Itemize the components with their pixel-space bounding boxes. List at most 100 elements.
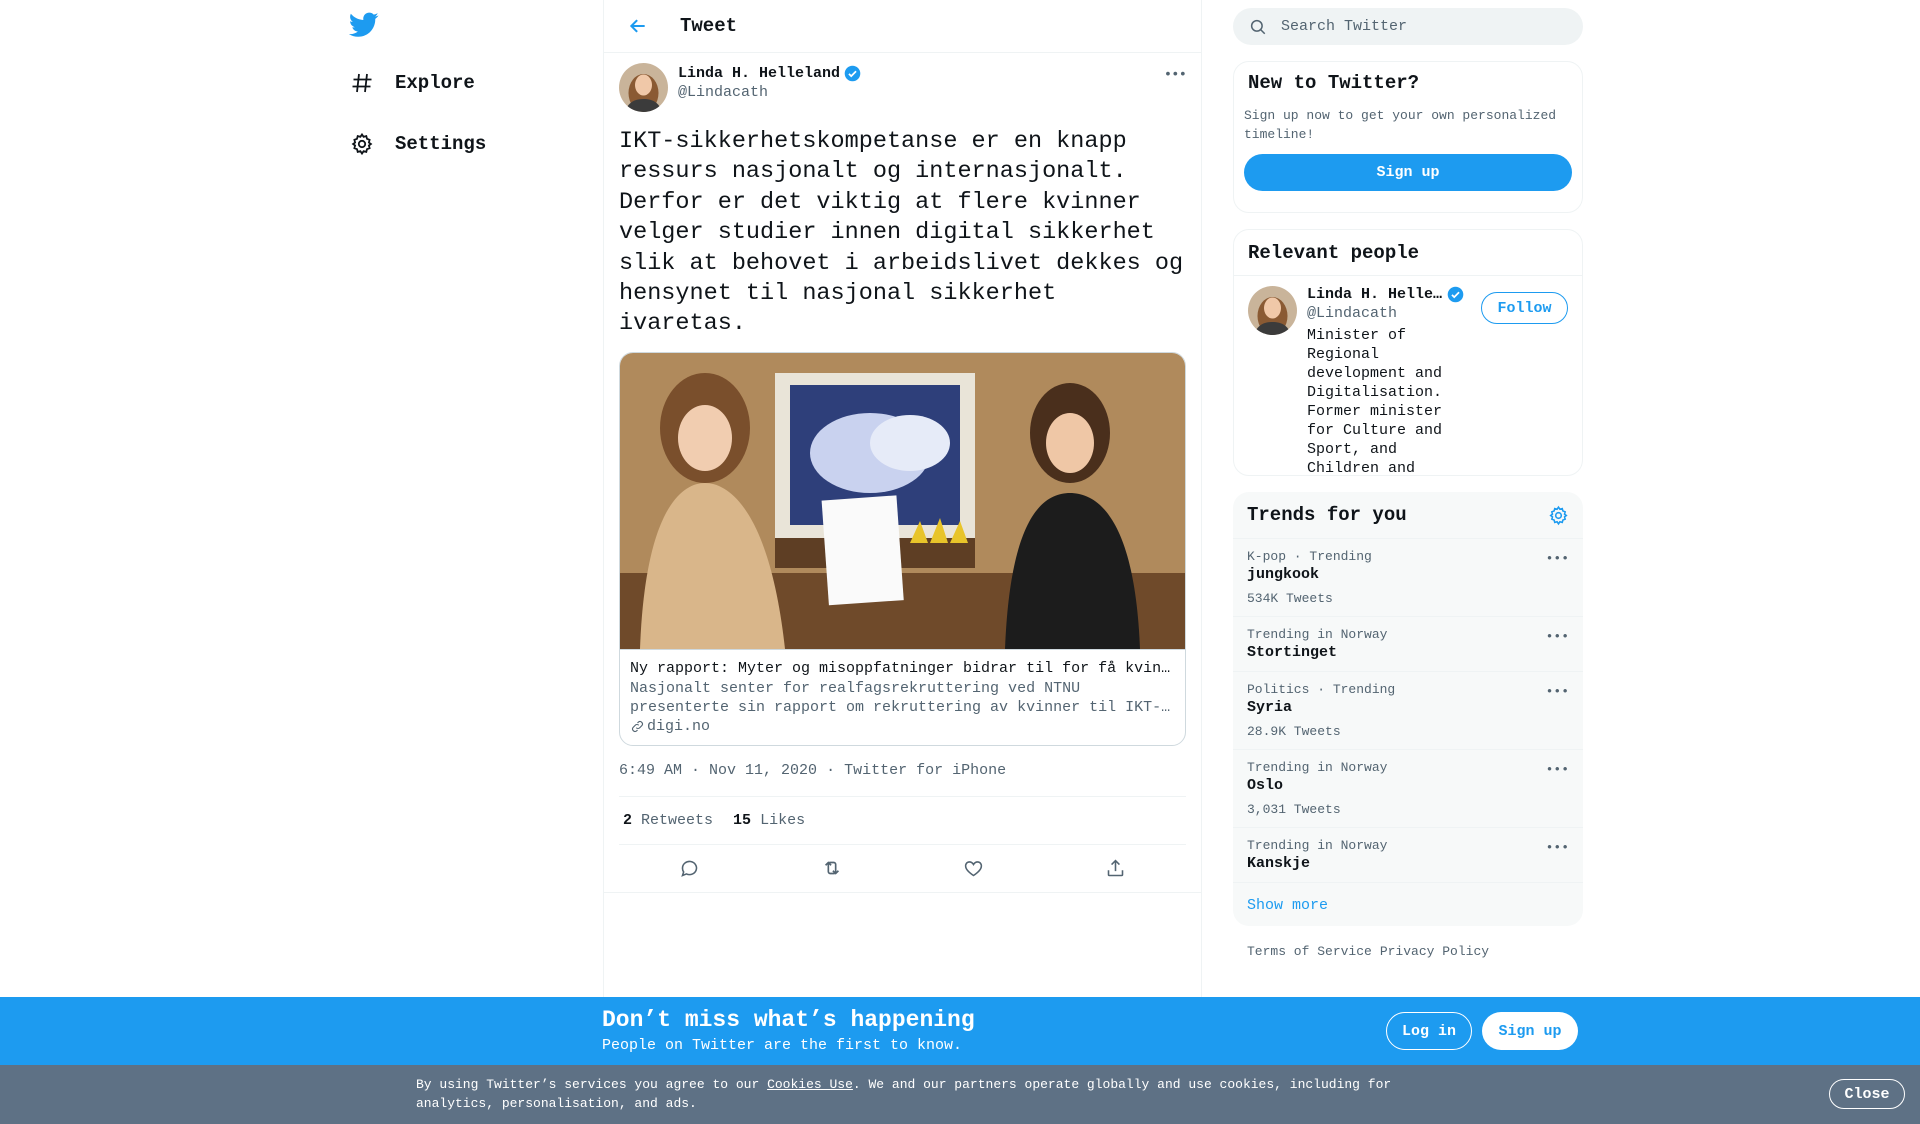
- trend-context: Politics · Trending: [1247, 682, 1396, 697]
- trend-name: Stortinget: [1247, 644, 1338, 661]
- tweet-source[interactable]: Twitter for iPhone: [844, 762, 1006, 779]
- share-icon: [1107, 859, 1123, 877]
- nav-explore[interactable]: Explore: [349, 70, 475, 96]
- more-options-icon[interactable]: •••: [1546, 684, 1569, 699]
- new-to-twitter-title: New to Twitter?: [1248, 72, 1420, 94]
- cookie-text-prefix: By using Twitter’s services you agree to…: [416, 1077, 768, 1092]
- gear-icon[interactable]: [1548, 505, 1569, 526]
- person-bio: Minister of Regional development and Dig…: [1307, 327, 1443, 476]
- nav-settings[interactable]: Settings: [349, 131, 486, 157]
- trend-count: 28.9K Tweets: [1247, 724, 1341, 739]
- retweet-button[interactable]: [812, 848, 852, 888]
- reply-button[interactable]: [670, 848, 710, 888]
- card-body: Ny rapport: Myter og misoppfatninger bid…: [620, 648, 1185, 745]
- more-options-icon[interactable]: •••: [1164, 67, 1187, 83]
- like-count-label: Likes: [760, 811, 806, 829]
- terms-link[interactable]: Terms of Service: [1247, 944, 1372, 959]
- cookie-bar: By using Twitter’s services you agree to…: [0, 1065, 1920, 1124]
- login-button[interactable]: Log in: [1386, 1012, 1472, 1050]
- person-name-text: Linda H. Helleland: [1307, 286, 1443, 303]
- like-count[interactable]: 15 Likes: [733, 812, 805, 829]
- trend-name: Oslo: [1247, 777, 1284, 794]
- cookies-use-link[interactable]: Cookies Use: [767, 1077, 853, 1092]
- link-card[interactable]: Ny rapport: Myter og misoppfatninger bid…: [619, 351, 1186, 746]
- tweet: Linda H. Helleland @Lindacath ••• IKT-si…: [604, 53, 1201, 893]
- more-options-icon[interactable]: •••: [1546, 629, 1569, 644]
- author-name[interactable]: Linda H. Helleland: [678, 65, 861, 82]
- heart-icon: [964, 860, 983, 877]
- person-handle[interactable]: @Lindacath: [1307, 305, 1477, 322]
- avatar[interactable]: [619, 63, 668, 112]
- verified-badge-icon: [1447, 286, 1464, 303]
- relevant-people-title: Relevant people: [1248, 241, 1420, 264]
- tweet-author-row: Linda H. Helleland @Lindacath •••: [619, 63, 1187, 115]
- hashtag-icon: [349, 70, 375, 96]
- more-options-icon[interactable]: •••: [1546, 762, 1569, 777]
- sidebar-signup-button[interactable]: Sign up: [1244, 154, 1572, 191]
- meta-separator: ·: [826, 761, 845, 779]
- nav-settings-label: Settings: [395, 133, 487, 155]
- twitter-bird-icon[interactable]: [348, 12, 379, 42]
- search-bar[interactable]: [1233, 8, 1583, 45]
- trend-item[interactable]: Politics · Trending Syria 28.9K Tweets •…: [1233, 671, 1583, 749]
- author-handle[interactable]: @Lindacath: [678, 84, 861, 101]
- trends-title: Trends for you: [1247, 504, 1407, 526]
- arrow-left-icon: [629, 19, 645, 33]
- trend-item[interactable]: Trending in Norway Oslo 3,031 Tweets •••: [1233, 749, 1583, 827]
- more-options-icon[interactable]: •••: [1546, 840, 1569, 855]
- tweet-header: Tweet: [604, 0, 1201, 53]
- show-more-link[interactable]: Show more: [1233, 882, 1583, 926]
- follow-button[interactable]: Follow: [1481, 292, 1568, 324]
- like-button[interactable]: [953, 848, 993, 888]
- tweet-stats: 2 Retweets 15 Likes: [619, 797, 1186, 845]
- relevant-people-box: Relevant people Linda H. Helleland @Lind…: [1233, 229, 1583, 476]
- trend-item[interactable]: Trending in Norway Stortinget •••: [1233, 616, 1583, 671]
- like-count-value: 15: [733, 811, 752, 829]
- footer-links: Terms of Service Privacy Policy: [1233, 944, 1583, 959]
- banner-subtitle: People on Twitter are the first to know.: [602, 1037, 963, 1054]
- verified-badge-icon: [844, 65, 861, 82]
- trend-count: 3,031 Tweets: [1247, 802, 1341, 817]
- new-to-twitter-box: New to Twitter? Sign up now to get your …: [1233, 61, 1583, 213]
- trend-context: Trending in Norway: [1247, 838, 1388, 853]
- retweet-count-label: Retweets: [641, 811, 714, 829]
- card-domain-text: digi.no: [647, 717, 711, 735]
- person-name[interactable]: Linda H. Helleland: [1307, 286, 1477, 303]
- banner-title: Don’t miss what’s happening: [602, 1007, 975, 1033]
- privacy-link[interactable]: Privacy Policy: [1380, 944, 1489, 959]
- trend-item[interactable]: K-pop · Trending jungkook 534K Tweets ••…: [1233, 538, 1583, 616]
- cookie-text: By using Twitter’s services you agree to…: [416, 1075, 1426, 1113]
- reply-icon: [681, 860, 698, 877]
- trend-context: K-pop · Trending: [1247, 549, 1372, 564]
- back-button[interactable]: [624, 12, 652, 40]
- card-domain: digi.no: [630, 718, 1175, 735]
- more-options-icon[interactable]: •••: [1546, 551, 1569, 566]
- trend-context: Trending in Norway: [1247, 627, 1388, 642]
- retweet-count[interactable]: 2 Retweets: [623, 812, 713, 829]
- retweet-count-value: 2: [623, 811, 633, 829]
- author-name-text: Linda H. Helleland: [678, 65, 841, 82]
- trend-item[interactable]: Trending in Norway Kanskje •••: [1233, 827, 1583, 882]
- gear-icon: [349, 131, 375, 157]
- trends-box: Trends for you K-pop · Trending jungkook…: [1233, 492, 1583, 926]
- tweet-meta: 6:49 AM · Nov 11, 2020 · Twitter for iPh…: [619, 762, 1186, 797]
- signup-banner: Don’t miss what’s happening People on Tw…: [0, 997, 1920, 1065]
- link-icon: [632, 720, 643, 732]
- tweet-timestamp[interactable]: 6:49 AM · Nov 11, 2020: [619, 762, 817, 779]
- signup-button[interactable]: Sign up: [1482, 1012, 1578, 1050]
- search-input[interactable]: [1281, 18, 1561, 35]
- close-button[interactable]: Close: [1829, 1079, 1905, 1109]
- share-button[interactable]: [1095, 848, 1135, 888]
- trend-count: 534K Tweets: [1247, 591, 1333, 606]
- nav-explore-label: Explore: [395, 72, 475, 94]
- tweet-actions: [604, 845, 1201, 893]
- trend-name: jungkook: [1247, 566, 1320, 583]
- person-avatar[interactable]: [1248, 286, 1297, 335]
- page-title: Tweet: [680, 15, 738, 37]
- trend-name: Syria: [1247, 699, 1293, 716]
- retweet-icon: [824, 861, 839, 876]
- trend-name: Kanskje: [1247, 855, 1311, 872]
- card-title: Ny rapport: Myter og misoppfatninger bid…: [630, 659, 1175, 677]
- person-item[interactable]: Linda H. Helleland @Lindacath Minister o…: [1234, 276, 1582, 476]
- card-image: [620, 352, 1185, 649]
